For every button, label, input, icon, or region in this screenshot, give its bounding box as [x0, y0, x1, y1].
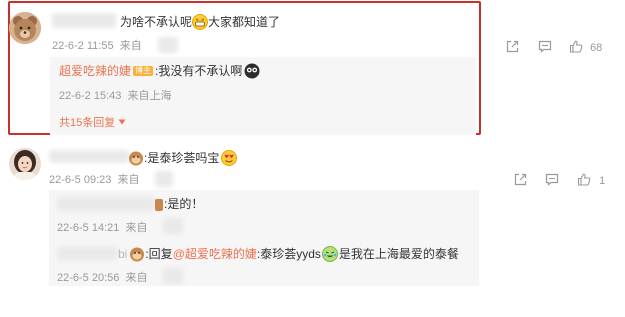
laughing-tears-emoji-icon [321, 246, 338, 266]
comment-meta: 22-6-5 09:23 来自 [49, 174, 140, 186]
teddy-bear-icon [9, 12, 41, 44]
comment-button[interactable] [545, 173, 559, 186]
reply-text: :是的！ [164, 197, 204, 211]
like-button[interactable]: 1 [577, 173, 605, 188]
mention-link[interactable]: @超爱吃辣的婕 [173, 247, 257, 261]
comment-text: 为啥不承认呢 大家都知道了 [120, 14, 280, 34]
monkey-emoji-icon [128, 150, 144, 170]
redacted-username [49, 150, 129, 163]
like-count: 68 [590, 42, 603, 54]
caret-down-icon [118, 119, 126, 125]
comment-icon [538, 40, 552, 53]
share-button[interactable] [506, 40, 519, 53]
monkey-emoji-icon [129, 246, 145, 266]
author-badge: 博主 [133, 66, 154, 76]
reply-meta: 22-6-2 15:43 来自上海 [59, 90, 172, 102]
share-button[interactable] [514, 173, 527, 186]
reply-text: :泰珍荟yyds [256, 247, 321, 261]
redacted-username [57, 197, 155, 211]
redacted-location [163, 268, 183, 284]
reply-row: 超爱吃辣的婕 博主:我没有不承认啊 [59, 63, 260, 83]
like-count: 1 [599, 175, 606, 187]
commenter-avatar[interactable] [9, 12, 41, 44]
redacted-username [57, 247, 117, 260]
commenter-avatar[interactable] [9, 148, 41, 180]
thumbs-up-icon [569, 40, 583, 53]
comment-meta: 22-6-2 11:55 来自 [52, 40, 142, 52]
reply-meta: 22-6-5 14:21 来自 [57, 222, 148, 234]
reply-row: :是的！ [154, 196, 203, 216]
share-icon [506, 40, 519, 53]
reply-username[interactable]: 超爱吃辣的婕 [59, 64, 131, 78]
monkey-emoji-icon [154, 198, 164, 216]
comment-button[interactable] [538, 40, 552, 53]
heart-eyes-emoji-icon [221, 150, 238, 170]
like-button[interactable]: 68 [569, 40, 602, 55]
reply-username-partial[interactable]: bi [118, 247, 127, 261]
reply-prefix: :回复 [145, 247, 173, 261]
redacted-location [158, 37, 178, 53]
comment-text: :是泰珍荟吗宝 [128, 150, 238, 170]
thumbs-up-icon [577, 173, 591, 186]
grinning-emoji-icon [192, 14, 209, 34]
reply-text-b: 是我在上海最爱的泰餐 [338, 247, 459, 261]
redacted-location [163, 218, 183, 234]
girl-portrait-icon [9, 148, 41, 180]
redacted-username [52, 13, 116, 28]
share-icon [514, 173, 527, 186]
reply-meta: 22-6-5 20:56 来自 [57, 272, 148, 284]
comment-icon [545, 173, 559, 186]
reply-row: bi :回复@超爱吃辣的婕:泰珍荟yyds 是我在上海最爱的泰餐 [118, 246, 459, 266]
redacted-location [155, 171, 173, 187]
shocked-emoji-icon [244, 63, 260, 83]
reply-text: :我没有不承认啊 [155, 64, 243, 78]
more-replies-link[interactable]: 共15条回复 [59, 116, 126, 130]
